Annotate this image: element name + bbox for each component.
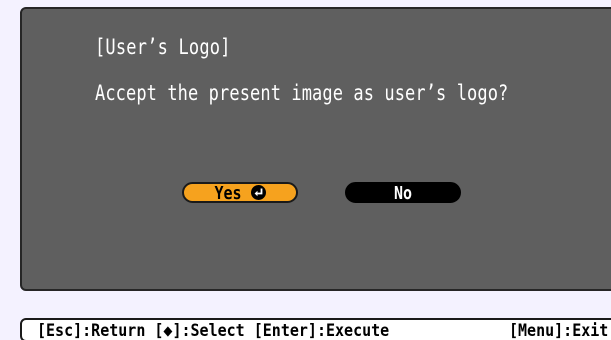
- yes-button-label: Yes: [214, 181, 242, 204]
- no-button[interactable]: No: [345, 182, 461, 203]
- users-logo-dialog: [User’s Logo] Accept the present image a…: [20, 7, 611, 291]
- projector-menu-screen: [User’s Logo] Accept the present image a…: [0, 0, 611, 340]
- help-statusbar: [Esc]:Return [◆]:Select [Enter]:Execute …: [20, 318, 611, 340]
- dialog-title: [User’s Logo]: [95, 35, 231, 60]
- statusbar-help-text: [Esc]:Return [◆]:Select [Enter]:Execute: [37, 320, 390, 340]
- statusbar-exit-text: [Menu]:Exit: [509, 320, 609, 340]
- enter-icon: [250, 185, 266, 200]
- yes-button[interactable]: Yes: [182, 182, 298, 203]
- dialog-prompt: Accept the present image as user’s logo?: [95, 81, 509, 106]
- no-button-label: No: [393, 181, 413, 204]
